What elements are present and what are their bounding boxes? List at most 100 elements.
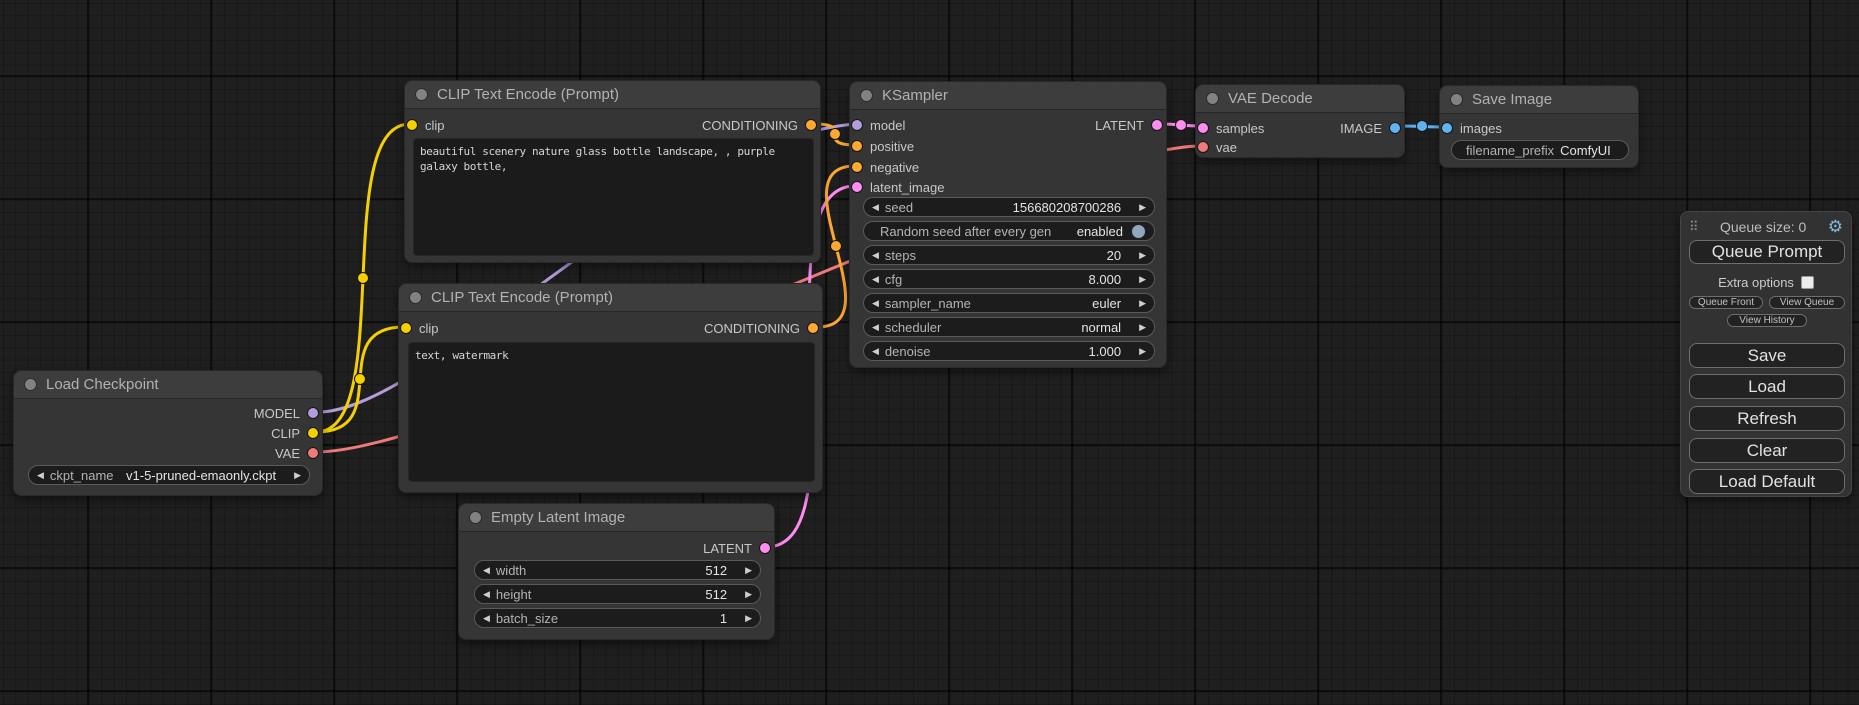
input-port-model[interactable] <box>851 119 863 131</box>
widget-value: 8.000 <box>1089 272 1122 287</box>
collapse-dot-icon[interactable] <box>415 88 428 101</box>
increment-arrow-icon[interactable]: ▶ <box>1139 251 1146 260</box>
widget-filename-prefix[interactable]: filename_prefix ComfyUI <box>1451 140 1629 160</box>
input-port-images[interactable] <box>1441 122 1453 134</box>
node-title-bar[interactable]: KSampler <box>850 82 1166 110</box>
increment-arrow-icon[interactable]: ▶ <box>1139 203 1146 212</box>
output-port-conditioning[interactable] <box>805 119 817 131</box>
collapse-dot-icon[interactable] <box>1206 92 1219 105</box>
widget-batch-size[interactable]: ◀ batch_size 1 ▶ <box>474 608 761 628</box>
decrement-arrow-icon[interactable]: ◀ <box>872 275 879 284</box>
collapse-dot-icon[interactable] <box>469 511 482 524</box>
queue-panel-header: ⠿ Queue size: 0 ⚙ <box>1681 216 1851 238</box>
toggle-knob-icon[interactable] <box>1131 224 1146 239</box>
node-title-bar[interactable]: CLIP Text Encode (Prompt) <box>405 81 820 109</box>
input-port-clip[interactable] <box>406 119 418 131</box>
widget-steps[interactable]: ◀ steps 20 ▶ <box>863 245 1155 265</box>
increment-arrow-icon[interactable]: ▶ <box>745 614 752 623</box>
output-port-latent[interactable] <box>759 542 771 554</box>
queue-prompt-button[interactable]: Queue Prompt <box>1689 240 1845 264</box>
node-title-bar[interactable]: Load Checkpoint <box>14 371 322 399</box>
load-button[interactable]: Load <box>1689 374 1845 399</box>
node-vae-decode[interactable]: VAE Decode samples IMAGE vae <box>1195 84 1405 158</box>
queue-front-button[interactable]: Queue Front <box>1689 296 1763 309</box>
decrement-arrow-icon[interactable]: ◀ <box>872 203 879 212</box>
extra-options-checkbox[interactable] <box>1801 276 1814 289</box>
output-port-conditioning[interactable] <box>807 322 819 334</box>
output-port-clip[interactable] <box>307 427 319 439</box>
output-port-image[interactable] <box>1389 122 1401 134</box>
prompt-textarea[interactable]: text, watermark <box>408 342 815 482</box>
decrement-arrow-icon[interactable]: ◀ <box>872 251 879 260</box>
output-row-latent: LATENT <box>703 538 774 558</box>
input-port-positive[interactable] <box>851 140 863 152</box>
decrement-arrow-icon[interactable]: ◀ <box>483 566 490 575</box>
view-history-button[interactable]: View History <box>1727 314 1807 327</box>
input-port-negative[interactable] <box>851 161 863 173</box>
widget-label: cfg <box>885 272 902 287</box>
decrement-arrow-icon[interactable]: ◀ <box>872 323 879 332</box>
widget-seed[interactable]: ◀ seed 156680208700286 ▶ <box>863 197 1155 217</box>
clear-button[interactable]: Clear <box>1689 438 1845 463</box>
increment-arrow-icon[interactable]: ▶ <box>1139 323 1146 332</box>
load-default-button[interactable]: Load Default <box>1689 469 1845 494</box>
node-clip-text-encode-negative[interactable]: CLIP Text Encode (Prompt) clip CONDITION… <box>398 283 823 493</box>
link-center-dot <box>1176 120 1187 131</box>
settings-gear-icon[interactable]: ⚙ <box>1828 217 1843 237</box>
drag-handle-icon[interactable]: ⠿ <box>1689 219 1699 235</box>
node-save-image[interactable]: Save Image images filename_prefix ComfyU… <box>1439 85 1639 168</box>
increment-arrow-icon[interactable]: ▶ <box>1139 275 1146 284</box>
node-ksampler[interactable]: KSampler model LATENT positive negative … <box>849 81 1167 368</box>
node-title-bar[interactable]: Empty Latent Image <box>459 504 774 532</box>
output-port-vae[interactable] <box>307 447 319 459</box>
decrement-arrow-icon[interactable]: ◀ <box>872 299 879 308</box>
collapse-dot-icon[interactable] <box>409 291 422 304</box>
increment-arrow-icon[interactable]: ▶ <box>745 566 752 575</box>
collapse-dot-icon[interactable] <box>1450 93 1463 106</box>
input-port-samples[interactable] <box>1197 122 1209 134</box>
output-row-latent: LATENT <box>1095 115 1166 135</box>
widget-denoise[interactable]: ◀ denoise 1.000 ▶ <box>863 341 1155 361</box>
prompt-textarea[interactable]: beautiful scenery nature glass bottle la… <box>413 138 814 256</box>
node-empty-latent-image[interactable]: Empty Latent Image LATENT ◀ width 512 ▶ … <box>458 503 775 640</box>
collapse-dot-icon[interactable] <box>860 89 873 102</box>
node-load-checkpoint[interactable]: Load Checkpoint MODEL CLIP VAE ◀ ckpt_na… <box>13 370 323 496</box>
input-label: negative <box>870 160 919 175</box>
node-title-bar[interactable]: CLIP Text Encode (Prompt) <box>399 284 822 312</box>
widget-sampler-name[interactable]: ◀ sampler_name euler ▶ <box>863 293 1155 313</box>
output-port-latent[interactable] <box>1151 119 1163 131</box>
decrement-arrow-icon[interactable]: ◀ <box>483 590 490 599</box>
node-clip-text-encode-positive[interactable]: CLIP Text Encode (Prompt) clip CONDITION… <box>404 80 821 263</box>
input-port-vae[interactable] <box>1197 141 1209 153</box>
save-button[interactable]: Save <box>1689 343 1845 368</box>
collapse-dot-icon[interactable] <box>24 378 37 391</box>
widget-random-seed-toggle[interactable]: Random seed after every gen enabled <box>863 221 1155 241</box>
increment-arrow-icon[interactable]: ▶ <box>1139 347 1146 356</box>
increment-arrow-icon[interactable]: ▶ <box>294 471 301 480</box>
decrement-arrow-icon[interactable]: ◀ <box>37 471 44 480</box>
input-label: vae <box>1216 140 1237 155</box>
widget-value: 512 <box>705 563 727 578</box>
widget-value: 156680208700286 <box>1013 200 1121 215</box>
widget-value: 1 <box>720 611 727 626</box>
widget-width[interactable]: ◀ width 512 ▶ <box>474 560 761 580</box>
widget-height[interactable]: ◀ height 512 ▶ <box>474 584 761 604</box>
increment-arrow-icon[interactable]: ▶ <box>745 590 752 599</box>
decrement-arrow-icon[interactable]: ◀ <box>483 614 490 623</box>
node-title-bar[interactable]: Save Image <box>1440 86 1638 114</box>
view-queue-button[interactable]: View Queue <box>1769 296 1845 309</box>
refresh-button[interactable]: Refresh <box>1689 406 1845 431</box>
input-port-clip[interactable] <box>400 322 412 334</box>
widget-ckpt-name[interactable]: ◀ ckpt_name v1-5-pruned-emaonly.ckpt ▶ <box>28 465 310 485</box>
widget-cfg[interactable]: ◀ cfg 8.000 ▶ <box>863 269 1155 289</box>
output-row-model: MODEL <box>254 403 322 423</box>
decrement-arrow-icon[interactable]: ◀ <box>872 347 879 356</box>
widget-label: denoise <box>885 344 931 359</box>
input-port-latent-image[interactable] <box>851 181 863 193</box>
input-label: samples <box>1216 121 1264 136</box>
output-port-model[interactable] <box>307 407 319 419</box>
input-label: images <box>1460 121 1502 136</box>
widget-scheduler[interactable]: ◀ scheduler normal ▶ <box>863 317 1155 337</box>
increment-arrow-icon[interactable]: ▶ <box>1139 299 1146 308</box>
node-title-bar[interactable]: VAE Decode <box>1196 85 1404 113</box>
